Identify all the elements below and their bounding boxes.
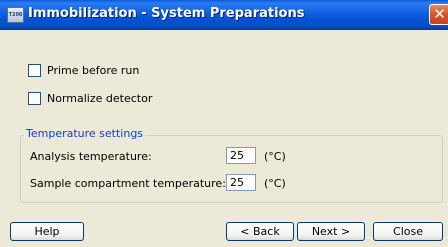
prime-before-run-label: Prime before run <box>47 63 140 77</box>
sample-compartment-temperature-label: Sample compartment temperature: <box>30 177 226 190</box>
app-icon: T200 <box>7 7 24 23</box>
close-button[interactable]: Close <box>373 222 443 241</box>
prime-before-run-checkbox[interactable] <box>28 63 41 77</box>
analysis-temperature-input[interactable] <box>226 147 256 164</box>
help-button[interactable]: Help <box>10 222 84 241</box>
normalize-detector-option[interactable]: Normalize detector <box>28 91 152 105</box>
next-button[interactable]: Next > <box>297 222 365 241</box>
analysis-temperature-unit: (°C) <box>264 150 286 163</box>
normalize-detector-checkbox[interactable] <box>28 91 41 105</box>
back-button[interactable]: < Back <box>226 222 294 241</box>
sample-compartment-temperature-unit: (°C) <box>264 177 286 190</box>
title-bar[interactable]: T200 Immobilization - System Preparation… <box>0 0 448 30</box>
window-close-button[interactable]: ✕ <box>429 4 448 25</box>
prime-before-run-option[interactable]: Prime before run <box>28 63 139 77</box>
window-title: Immobilization - System Preparations <box>28 6 305 21</box>
sample-compartment-temperature-input[interactable] <box>226 174 256 191</box>
analysis-temperature-label: Analysis temperature: <box>30 150 152 163</box>
normalize-detector-label: Normalize detector <box>47 91 153 105</box>
temperature-settings-title: Temperature settings <box>24 127 146 140</box>
temperature-settings-group <box>20 135 443 203</box>
